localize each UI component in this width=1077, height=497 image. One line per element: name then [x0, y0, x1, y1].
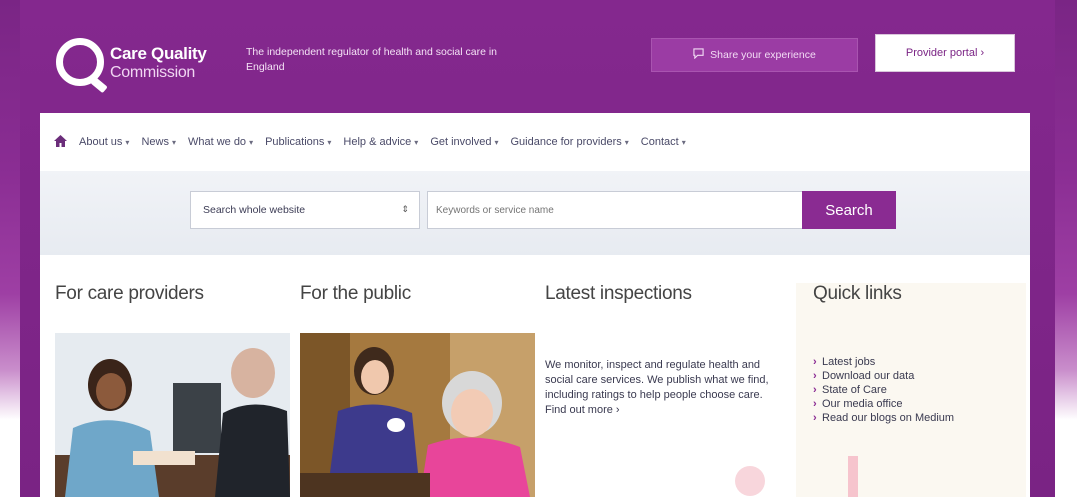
- search-scope-select[interactable]: Search whole website ⇕: [190, 191, 420, 229]
- nav-item-label: Guidance for providers: [510, 136, 622, 148]
- chevron-down-icon: ▾: [624, 137, 629, 147]
- public-column: For the public: [300, 283, 535, 497]
- nav-item-label: What we do: [187, 136, 247, 148]
- logo-text-line1: Care Quality: [110, 44, 207, 63]
- decorative-dot: [735, 466, 765, 496]
- cqc-logo[interactable]: Care Quality Commission: [56, 38, 246, 90]
- quick-link-blogs-medium[interactable]: Read our blogs on Medium: [813, 411, 963, 425]
- quick-link-state-of-care[interactable]: State of Care: [813, 383, 963, 397]
- care-providers-title[interactable]: For care providers: [55, 283, 290, 305]
- speech-bubble-icon: [693, 48, 704, 62]
- care-providers-photo[interactable]: [55, 333, 290, 497]
- chevron-down-icon: ▾: [681, 137, 686, 147]
- share-experience-label: Share your experience: [710, 49, 816, 61]
- provider-portal-button[interactable]: Provider portal ›: [875, 34, 1015, 72]
- nav-item-label: Help & advice: [343, 136, 412, 148]
- chevron-down-icon: ▾: [414, 137, 419, 147]
- nav-item-label: Publications: [265, 136, 325, 148]
- nav-item-help-advice[interactable]: Help & advice ▾: [343, 136, 418, 148]
- chevron-down-icon: ▾: [249, 137, 254, 147]
- select-arrows-icon: ⇕: [401, 204, 409, 214]
- main-nav: About us ▾ News ▾ What we do ▾ Publicati…: [40, 113, 1030, 171]
- decorative-bar: [848, 456, 858, 497]
- quick-links-panel: Quick links Latest jobs Download our dat…: [796, 283, 1026, 497]
- nav-item-get-involved[interactable]: Get involved ▾: [430, 136, 498, 148]
- search-bar: Search whole website ⇕ Search: [40, 171, 1030, 255]
- logo-text-line2: Commission: [110, 64, 196, 81]
- nav-item-guidance-for-providers[interactable]: Guidance for providers ▾: [510, 136, 628, 148]
- care-providers-column: For care providers: [55, 283, 290, 497]
- latest-inspections-column: Latest inspections We monitor, inspect a…: [545, 283, 785, 416]
- quick-links-title: Quick links: [813, 283, 902, 304]
- cqc-logo-mark: [56, 38, 104, 86]
- nav-item-label: Contact: [640, 136, 679, 148]
- chevron-down-icon: ▾: [327, 137, 332, 147]
- content-card: About us ▾ News ▾ What we do ▾ Publicati…: [40, 113, 1030, 497]
- home-icon[interactable]: [54, 134, 67, 150]
- quick-link-download-data[interactable]: Download our data: [813, 369, 963, 383]
- public-photo[interactable]: [300, 333, 535, 497]
- search-button[interactable]: Search: [802, 191, 896, 229]
- nav-item-publications[interactable]: Publications ▾: [265, 136, 331, 148]
- chevron-down-icon: ▾: [171, 137, 176, 147]
- nav-item-contact[interactable]: Contact ▾: [641, 136, 686, 148]
- search-scope-value: Search whole website: [203, 204, 306, 216]
- quick-link-latest-jobs[interactable]: Latest jobs: [813, 355, 963, 369]
- quick-link-media-office[interactable]: Our media office: [813, 397, 963, 411]
- quick-links-list: Latest jobs Download our data State of C…: [813, 355, 963, 425]
- nav-item-news[interactable]: News ▾: [141, 136, 176, 148]
- nav-item-about-us[interactable]: About us ▾: [79, 136, 129, 148]
- nav-item-label: Get involved: [430, 136, 492, 148]
- public-title[interactable]: For the public: [300, 283, 535, 305]
- search-input[interactable]: [427, 191, 827, 229]
- chevron-down-icon: ▾: [494, 137, 499, 147]
- site-tagline: The independent regulator of health and …: [246, 46, 498, 73]
- latest-inspections-text: We monitor, inspect and regulate health …: [545, 359, 769, 416]
- share-experience-button[interactable]: Share your experience: [651, 38, 858, 72]
- chevron-down-icon: ▾: [125, 137, 130, 147]
- latest-inspections-title[interactable]: Latest inspections: [545, 283, 785, 305]
- nav-item-label: About us: [79, 136, 123, 148]
- nav-item-label: News: [141, 136, 169, 148]
- nav-item-what-we-do[interactable]: What we do ▾: [188, 136, 253, 148]
